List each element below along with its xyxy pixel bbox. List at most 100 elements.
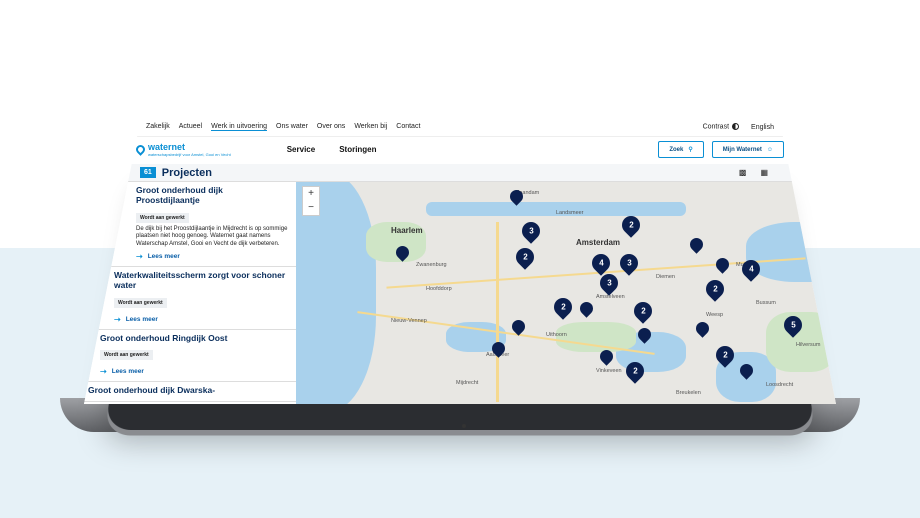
- top-nav-werken-bij[interactable]: Werken bij: [354, 123, 387, 131]
- top-nav: Zakelijk Actueel Werk in uitvoering Ons …: [146, 123, 420, 131]
- arrow-right-icon: ➝: [114, 314, 121, 324]
- read-more-link[interactable]: ➝ Lees meer: [114, 315, 288, 324]
- main-nav: Service Storingen: [287, 145, 377, 154]
- status-badge: Wordt aan gewerkt: [136, 212, 189, 223]
- map-place-label: Loosdrecht: [766, 382, 794, 388]
- arrow-right-icon: ➝: [100, 367, 107, 377]
- account-button-label: Mijn Waternet: [722, 146, 762, 153]
- project-count-badge: 61: [140, 167, 156, 178]
- marker-count: 2: [640, 306, 646, 316]
- grid-icon[interactable]: ▦: [760, 168, 768, 177]
- map-marker[interactable]: 2: [630, 298, 656, 324]
- map-road: [496, 222, 499, 402]
- map-marker[interactable]: 2: [512, 244, 538, 270]
- account-button[interactable]: Mijn Waternet ☺: [711, 141, 784, 158]
- nav-service[interactable]: Service: [287, 145, 315, 154]
- project-title[interactable]: Waterkwaliteitsscherm zorgt voor schoner…: [114, 270, 288, 291]
- read-more-link[interactable]: ➝ Lees meer: [136, 252, 288, 261]
- project-title[interactable]: Groot onderhoud dijk Proostdijlaantje: [136, 185, 288, 206]
- map-place-label: Landsmeer: [556, 210, 584, 216]
- map-place-label: Nieuw-Vennep: [391, 318, 427, 324]
- marker-count: 2: [632, 366, 638, 376]
- marker-count: 3: [528, 226, 534, 236]
- project-card[interactable]: Groot onderhoud Ringdijk Oost Wordt aan …: [84, 330, 296, 383]
- map-marker[interactable]: 2: [702, 276, 728, 302]
- waternet-logo[interactable]: waternet waterschapsbedrijf voor Amstel,…: [134, 142, 231, 157]
- map-place-label: Weesp: [706, 312, 724, 318]
- project-card[interactable]: Waterkwaliteitsscherm zorgt voor schoner…: [84, 267, 296, 330]
- map-place-label: Uithoorn: [546, 332, 567, 338]
- tablet-sensor: [462, 424, 466, 428]
- map-icon[interactable]: ▩: [739, 168, 747, 177]
- status-badge: Wordt aan gewerkt: [114, 297, 167, 308]
- logo-subtext: waterschapsbedrijf voor Amstel, Gooi en …: [148, 152, 231, 157]
- project-title[interactable]: Groot onderhoud Ringdijk Oost: [100, 333, 288, 344]
- map-place-label: Amsterdam: [576, 238, 621, 247]
- read-more-link[interactable]: ➝ Lees meer: [100, 367, 288, 376]
- top-nav-zakelijk[interactable]: Zakelijk: [146, 123, 170, 131]
- map-marker[interactable]: 2: [550, 294, 576, 320]
- project-card[interactable]: Groot onderhoud dijk Dwarska-: [84, 382, 296, 403]
- marker-count: 3: [606, 278, 612, 288]
- map-place-label: Hilversum: [796, 342, 821, 348]
- status-badge: Wordt aan gewerkt: [100, 350, 153, 361]
- read-more-label: Lees meer: [111, 368, 144, 376]
- marker-count: 2: [522, 252, 528, 262]
- zoom-control: + −: [302, 186, 320, 216]
- search-button-label: Zoek: [669, 146, 684, 153]
- site-header: waternet waterschapsbedrijf voor Amstel,…: [134, 136, 784, 162]
- map-place-label: Amstelveen: [596, 294, 625, 300]
- read-more-label: Lees meer: [125, 315, 158, 323]
- project-title[interactable]: Groot onderhoud dijk Dwarska-: [88, 386, 288, 396]
- view-toggles: ▩ ▦: [739, 168, 768, 177]
- map-place-label: Bussum: [756, 300, 776, 306]
- page-title: Projecten: [161, 166, 212, 179]
- map-place-label: Breukelen: [676, 390, 701, 396]
- marker-count: 5: [790, 320, 796, 330]
- map-marker[interactable]: [687, 235, 706, 254]
- marker-count: 2: [722, 350, 728, 360]
- top-nav-ons-water[interactable]: Ons water: [276, 123, 308, 131]
- top-nav-contact[interactable]: Contact: [396, 123, 420, 131]
- header-buttons: Zoek ⚲ Mijn Waternet ☺: [658, 141, 784, 158]
- language-link[interactable]: English: [751, 124, 774, 131]
- map-marker[interactable]: [577, 299, 596, 318]
- marker-count: 2: [628, 220, 634, 230]
- user-icon: ☺: [766, 146, 773, 153]
- zoom-in-button[interactable]: +: [303, 187, 319, 201]
- read-more-label: Lees meer: [147, 253, 180, 261]
- projects-title-bar: 61 Projecten ▩ ▦: [124, 164, 796, 182]
- map-place-label: Haarlem: [391, 226, 423, 235]
- arrow-right-icon: ➝: [136, 252, 143, 262]
- map-place-label: Mijdrecht: [456, 380, 479, 386]
- marker-count: 4: [598, 258, 604, 268]
- marker-count: 2: [712, 284, 718, 294]
- map-place-label: Zwanenburg: [416, 262, 447, 268]
- marker-count: 3: [626, 258, 632, 268]
- project-description: De dijk bij het Proostdijlaantje in Mijd…: [136, 225, 288, 247]
- marker-count: 4: [748, 264, 754, 274]
- top-bar-right: Contrast English: [702, 123, 774, 131]
- top-nav-over-ons[interactable]: Over ons: [317, 123, 345, 131]
- tablet-screen: Zakelijk Actueel Werk in uitvoering Ons …: [84, 120, 836, 404]
- logo-text: waternet: [148, 142, 186, 152]
- contrast-toggle[interactable]: Contrast: [702, 123, 740, 131]
- top-nav-werk-in-uitvoering[interactable]: Werk in uitvoering: [211, 123, 267, 131]
- top-nav-actueel[interactable]: Actueel: [179, 123, 202, 131]
- search-button[interactable]: Zoek ⚲: [658, 141, 704, 158]
- map-place-label: Vinkeveen: [596, 368, 622, 374]
- map-green: [556, 322, 636, 352]
- top-bar: Zakelijk Actueel Werk in uitvoering Ons …: [146, 120, 774, 134]
- map-marker[interactable]: 3: [518, 218, 544, 244]
- zoom-out-button[interactable]: −: [303, 201, 319, 215]
- contrast-label: Contrast: [702, 123, 730, 131]
- map-marker[interactable]: [693, 319, 712, 338]
- project-map[interactable]: Zaandam Haarlem Amsterdam Hoofddorp Amst…: [296, 182, 836, 404]
- map-place-label: Hoofddorp: [426, 286, 452, 292]
- map-marker[interactable]: [713, 255, 732, 274]
- map-marker[interactable]: 2: [618, 212, 644, 238]
- nav-storingen[interactable]: Storingen: [339, 145, 376, 154]
- search-icon: ⚲: [688, 147, 693, 153]
- marker-count: 2: [560, 302, 566, 312]
- contrast-icon: [732, 123, 740, 131]
